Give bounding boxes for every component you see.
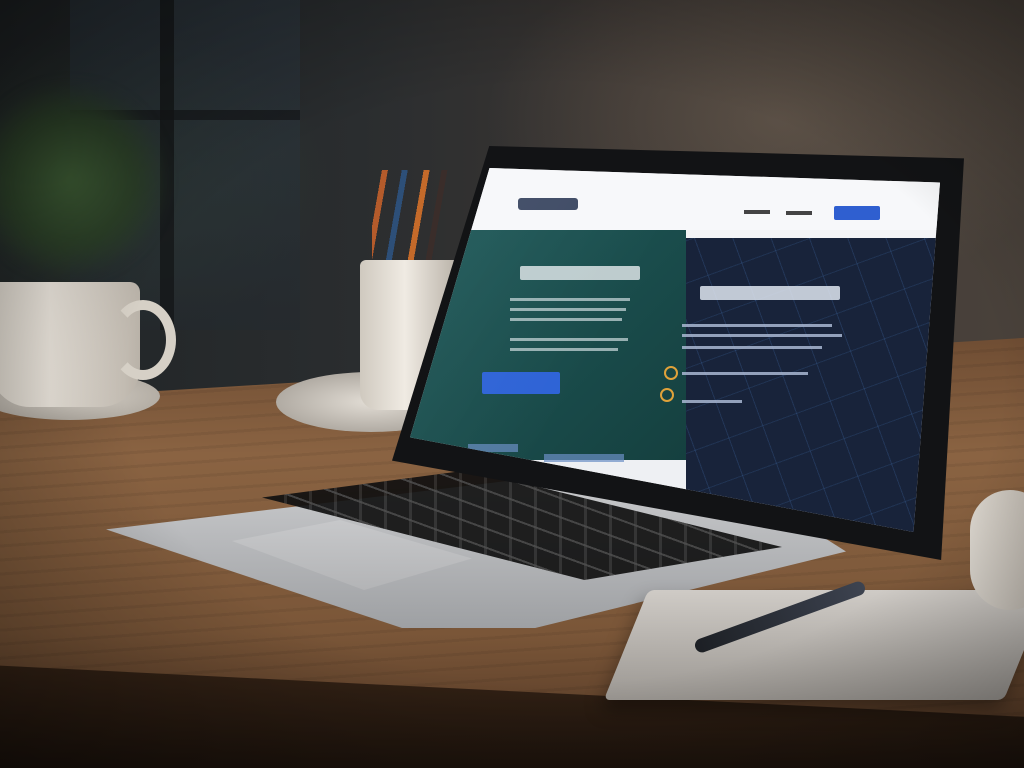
photo-scene bbox=[0, 0, 1024, 768]
vignette bbox=[0, 0, 1024, 768]
